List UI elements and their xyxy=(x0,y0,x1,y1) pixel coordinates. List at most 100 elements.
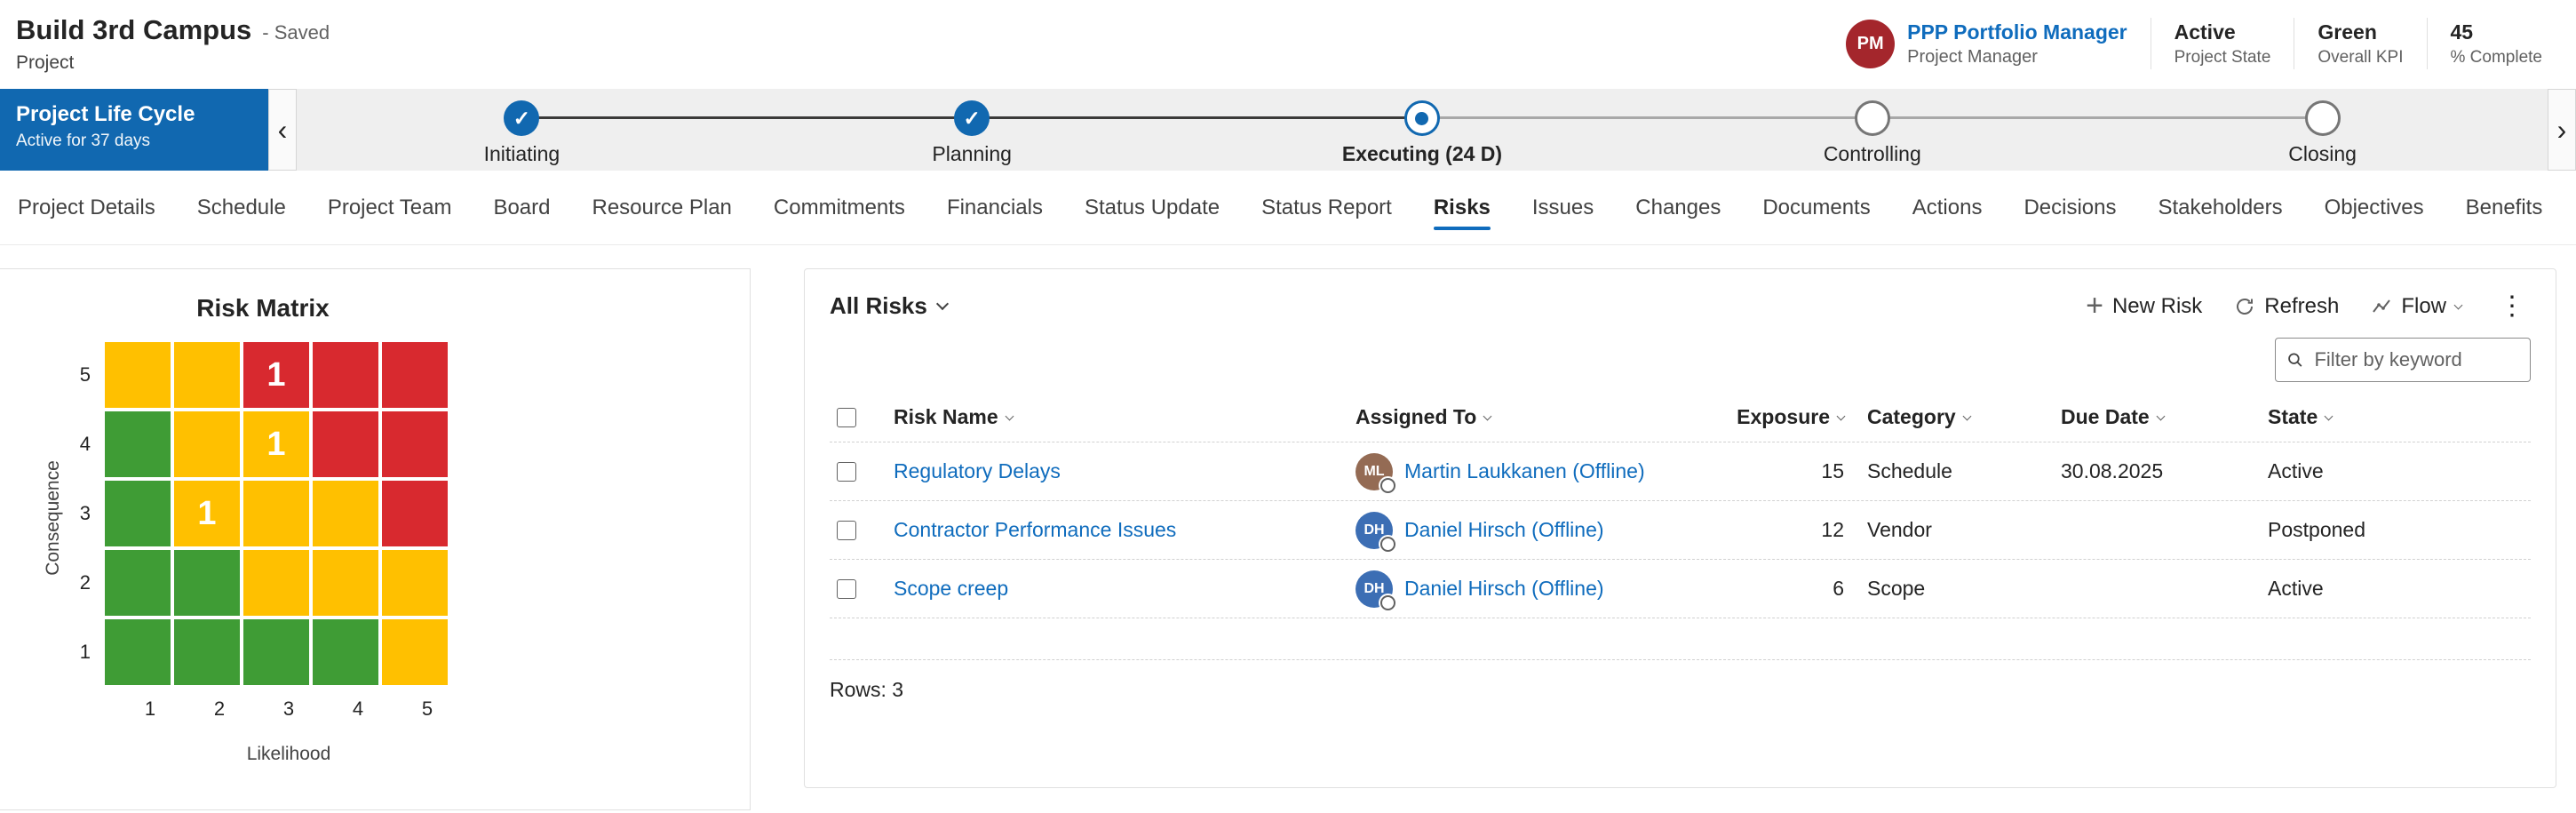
offline-presence-icon xyxy=(1380,478,1395,493)
tab-issues[interactable]: Issues xyxy=(1532,171,1594,244)
risks-grid-card: All Risks + New Risk Refresh xyxy=(804,268,2556,788)
matrix-y-axis-label: Consequence xyxy=(36,340,71,696)
flow-button[interactable]: Flow xyxy=(2371,294,2461,319)
risk-name-link[interactable]: Contractor Performance Issues xyxy=(894,518,1176,541)
matrix-row: 4 1 xyxy=(71,410,462,479)
tab-changes[interactable]: Changes xyxy=(1635,171,1721,244)
header-right: PM PPP Portfolio Manager Project Manager… xyxy=(1846,18,2542,69)
tab-project-details[interactable]: Project Details xyxy=(18,171,155,244)
matrix-cell xyxy=(243,619,309,685)
tab-project-team[interactable]: Project Team xyxy=(328,171,452,244)
view-selector[interactable]: All Risks xyxy=(830,292,947,320)
sort-chevron-icon xyxy=(1962,411,1971,420)
matrix-cell xyxy=(174,619,240,685)
assignee-avatar[interactable]: ML xyxy=(1356,453,1393,490)
stage-initiating: ✓ Initiating xyxy=(297,89,747,171)
refresh-icon xyxy=(2234,296,2255,317)
column-header-due-date[interactable]: Due Date xyxy=(2061,405,2266,429)
lifecycle-subtitle: Active for 37 days xyxy=(16,132,268,151)
title-block: Build 3rd Campus - Saved Project xyxy=(16,14,330,74)
sort-chevron-icon xyxy=(2156,411,2165,420)
risk-name-link[interactable]: Scope creep xyxy=(894,577,1008,600)
assignee-link[interactable]: Martin Laukkanen (Offline) xyxy=(1404,459,1645,483)
select-all-checkbox[interactable] xyxy=(837,408,856,427)
tab-commitments[interactable]: Commitments xyxy=(774,171,905,244)
stage-planning: ✓ Planning xyxy=(747,89,1197,171)
exposure-value: 15 xyxy=(1737,459,1844,483)
project-manager-avatar[interactable]: PM xyxy=(1846,20,1895,68)
risk-matrix-title: Risk Matrix xyxy=(85,294,441,323)
more-commands-button[interactable]: ⋮ xyxy=(2493,291,2531,322)
column-header-exposure[interactable]: Exposure xyxy=(1737,405,1844,429)
offline-presence-icon xyxy=(1380,595,1395,610)
stage-current-icon[interactable] xyxy=(1404,100,1440,136)
filter-keyword-input[interactable] xyxy=(2312,347,2519,372)
column-header-category[interactable]: Category xyxy=(1867,405,2057,429)
column-header-assigned-to[interactable]: Assigned To xyxy=(1356,405,1737,429)
state-value: Postponed xyxy=(2266,518,2531,542)
matrix-cell xyxy=(382,550,448,616)
project-manager-card: PM PPP Portfolio Manager Project Manager xyxy=(1846,20,2127,68)
main-content: Risk Matrix Consequence 5 1 4 1 xyxy=(0,245,2576,810)
matrix-cell xyxy=(174,411,240,477)
new-risk-button[interactable]: + New Risk xyxy=(2086,294,2202,319)
stage-check-icon[interactable]: ✓ xyxy=(954,100,990,136)
tab-benefits[interactable]: Benefits xyxy=(2466,171,2543,244)
category-value: Schedule xyxy=(1844,459,2057,483)
row-checkbox[interactable] xyxy=(837,462,856,482)
lifecycle-title-box[interactable]: Project Life Cycle Active for 37 days xyxy=(0,89,268,171)
x-tick: 3 xyxy=(254,697,323,721)
tab-actions[interactable]: Actions xyxy=(1912,171,1983,244)
lifecycle-stages: ✓ Initiating ✓ Planning Executing (24 D)… xyxy=(297,89,2548,171)
stage-upcoming-icon[interactable] xyxy=(1855,100,1890,136)
row-checkbox[interactable] xyxy=(837,521,856,540)
lifecycle-next-button[interactable]: › xyxy=(2548,89,2576,171)
risk-name-link[interactable]: Regulatory Delays xyxy=(894,459,1061,482)
tab-decisions[interactable]: Decisions xyxy=(2023,171,2116,244)
stage-label: Controlling xyxy=(1824,142,1921,166)
tab-status-update[interactable]: Status Update xyxy=(1085,171,1220,244)
tab-risks[interactable]: Risks xyxy=(1434,171,1491,244)
chevron-down-icon xyxy=(2454,300,2463,309)
due-date-value: 30.08.2025 xyxy=(2057,459,2266,483)
tab-objectives[interactable]: Objectives xyxy=(2325,171,2424,244)
tab-documents[interactable]: Documents xyxy=(1762,171,1870,244)
matrix-cell xyxy=(382,619,448,685)
tab-board[interactable]: Board xyxy=(493,171,550,244)
stage-label: Closing xyxy=(2288,142,2357,166)
tab-resource-plan[interactable]: Resource Plan xyxy=(592,171,731,244)
stat-overall-kpi: Green Overall KPI xyxy=(2318,20,2403,68)
assignee-avatar[interactable]: DH xyxy=(1356,512,1393,549)
assignee-avatar[interactable]: DH xyxy=(1356,570,1393,608)
matrix-cell: 1 xyxy=(243,342,309,408)
search-icon xyxy=(2286,350,2303,370)
row-checkbox[interactable] xyxy=(837,579,856,599)
project-manager-link[interactable]: PPP Portfolio Manager xyxy=(1907,20,2127,44)
column-header-state[interactable]: State xyxy=(2268,405,2531,429)
tab-status-report[interactable]: Status Report xyxy=(1261,171,1392,244)
stage-upcoming-icon[interactable] xyxy=(2305,100,2341,136)
tab-stakeholders[interactable]: Stakeholders xyxy=(2158,171,2282,244)
tab-financials[interactable]: Financials xyxy=(947,171,1043,244)
x-tick: 1 xyxy=(115,697,185,721)
lifecycle-bar: Project Life Cycle Active for 37 days ‹ … xyxy=(0,89,2576,171)
stat-project-state: Active Project State xyxy=(2174,20,2271,68)
lifecycle-prev-button[interactable]: ‹ xyxy=(268,89,297,171)
matrix-cell xyxy=(313,550,378,616)
table-row: Regulatory Delays ML Martin Laukkanen (O… xyxy=(830,442,2531,501)
refresh-button[interactable]: Refresh xyxy=(2234,294,2339,319)
tab-schedule[interactable]: Schedule xyxy=(197,171,286,244)
x-tick: 4 xyxy=(323,697,393,721)
column-header-risk-name[interactable]: Risk Name xyxy=(894,405,1356,429)
stage-check-icon[interactable]: ✓ xyxy=(504,100,539,136)
matrix-row: 2 xyxy=(71,548,462,618)
state-value: Active xyxy=(2266,577,2531,601)
matrix-cell xyxy=(243,550,309,616)
saved-status: - Saved xyxy=(262,21,330,44)
sort-chevron-icon xyxy=(2325,411,2334,420)
assignee-link[interactable]: Daniel Hirsch (Offline) xyxy=(1404,577,1604,601)
stage-label: Planning xyxy=(932,142,1012,166)
assignee-link[interactable]: Daniel Hirsch (Offline) xyxy=(1404,518,1604,542)
table-row: Scope creep DH Daniel Hirsch (Offline) 6… xyxy=(830,560,2531,618)
filter-box xyxy=(2275,338,2531,382)
